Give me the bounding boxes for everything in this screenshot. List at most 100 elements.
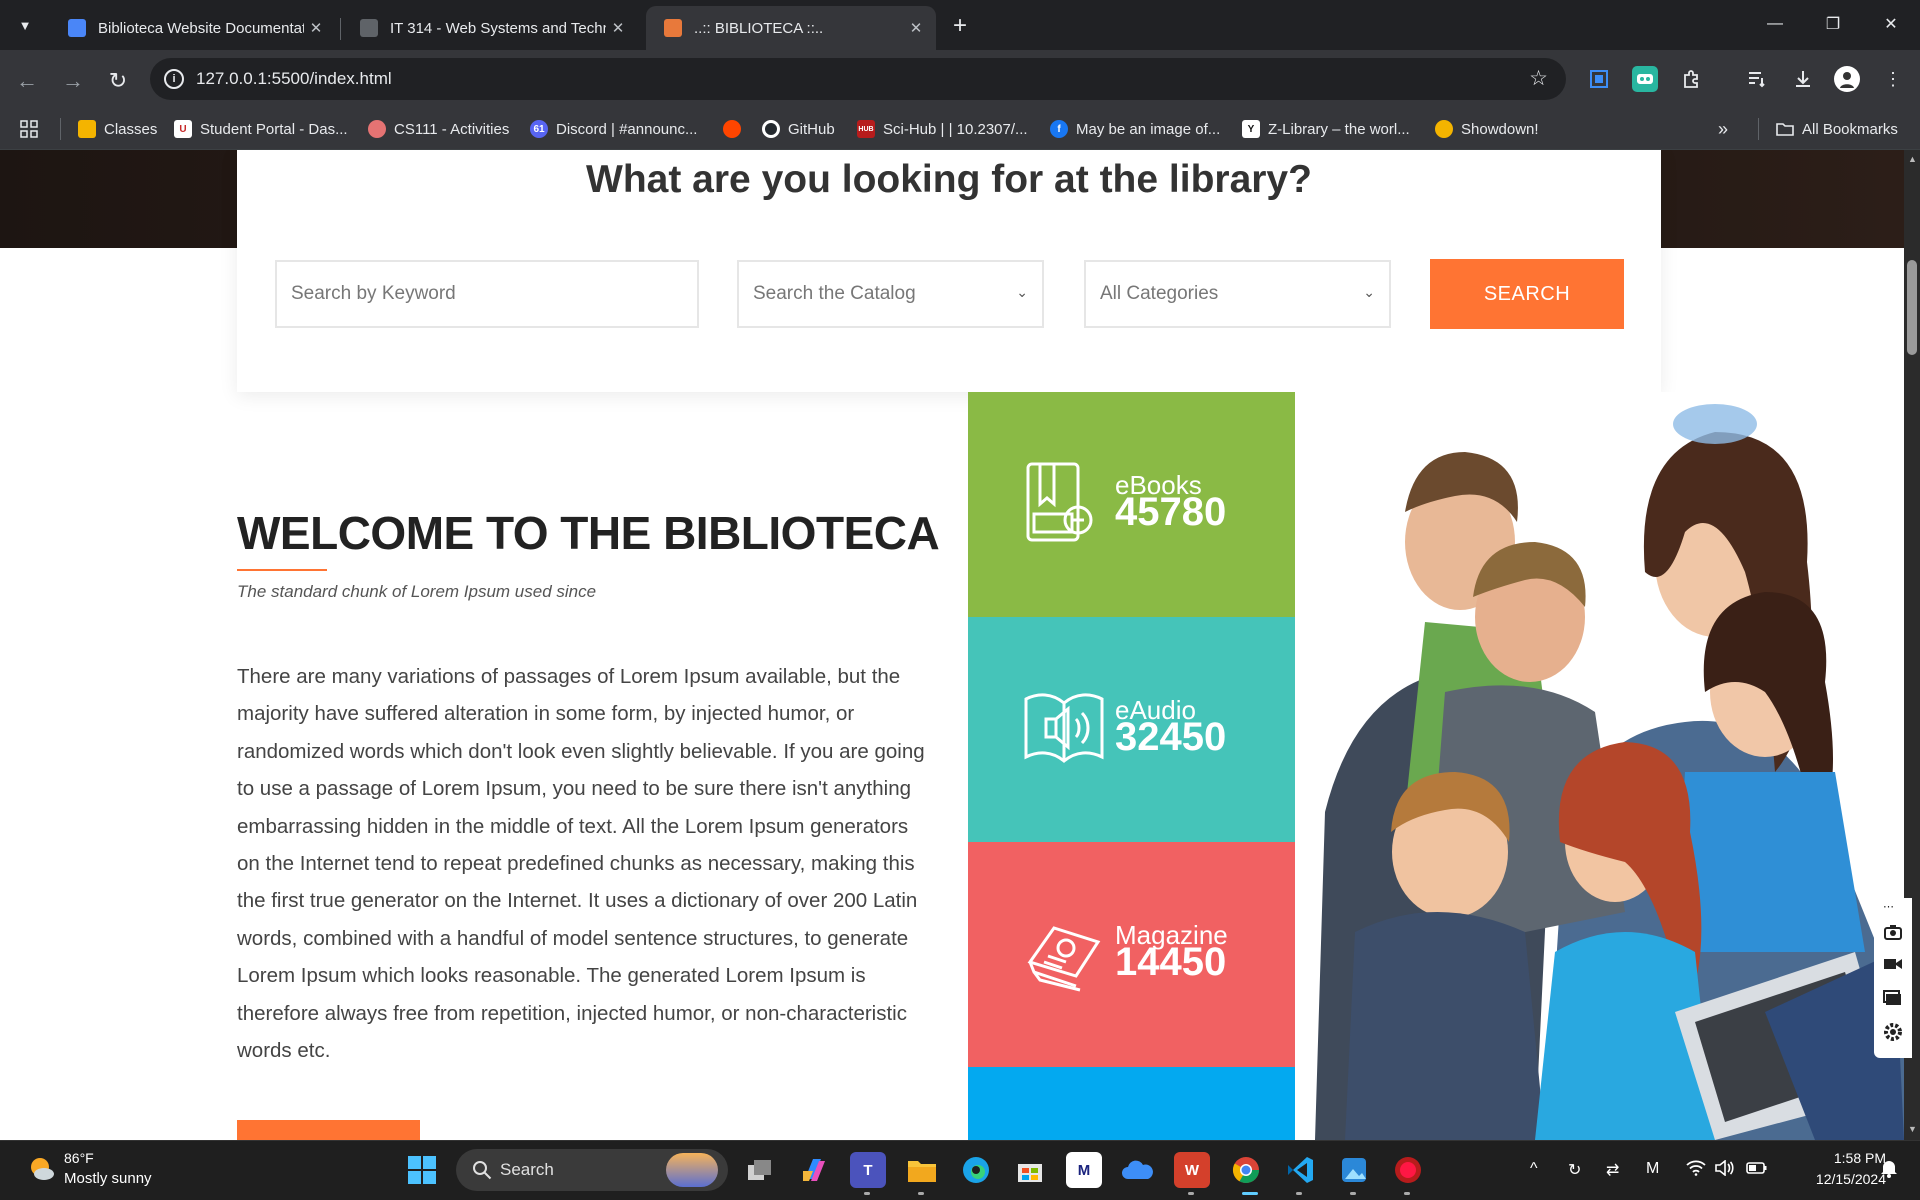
zlibrary-icon: Y bbox=[1242, 120, 1260, 138]
bookmark-github[interactable]: GitHub bbox=[762, 116, 835, 142]
screen-recorder-icon[interactable] bbox=[1390, 1152, 1426, 1188]
sync-icon[interactable]: ↻ bbox=[1568, 1160, 1581, 1180]
notification-bell-icon[interactable] bbox=[1880, 1158, 1898, 1183]
window-capture-icon[interactable] bbox=[1883, 988, 1903, 1008]
settings-gear-icon[interactable] bbox=[1883, 1022, 1903, 1042]
extensions-puzzle-icon[interactable] bbox=[1678, 66, 1704, 92]
reading-list-icon[interactable] bbox=[1744, 66, 1770, 92]
file-explorer-icon[interactable] bbox=[904, 1152, 940, 1188]
welcome-title: WELCOME TO THE BIBLIOTECA bbox=[237, 507, 940, 559]
scroll-down-arrow-icon[interactable]: ▼ bbox=[1908, 1124, 1917, 1134]
restore-button[interactable]: ❐ bbox=[1804, 0, 1862, 48]
game-extension-icon[interactable] bbox=[1632, 66, 1658, 92]
category-select[interactable]: All Categories ⌄ bbox=[1084, 260, 1391, 328]
bookmark-classes[interactable]: Classes bbox=[78, 116, 157, 142]
more-options-icon[interactable]: ⋯ bbox=[1883, 900, 1903, 920]
bookmark-divider bbox=[1758, 118, 1759, 140]
catalog-select[interactable]: Search the Catalog ⌄ bbox=[737, 260, 1044, 328]
download-icon[interactable] bbox=[1790, 66, 1816, 92]
close-window-button[interactable]: ✕ bbox=[1862, 0, 1920, 48]
photos-app-icon[interactable] bbox=[1336, 1152, 1372, 1188]
apps-grid-icon[interactable] bbox=[20, 116, 38, 142]
edge-icon[interactable] bbox=[958, 1152, 994, 1188]
students-photo bbox=[1295, 392, 1904, 1140]
browser-menu-icon[interactable]: ⋮ bbox=[1880, 66, 1906, 92]
forward-button[interactable]: → bbox=[56, 64, 90, 98]
onedrive-icon[interactable] bbox=[1120, 1152, 1156, 1188]
video-record-icon[interactable] bbox=[1883, 954, 1903, 974]
pokeball-icon bbox=[1435, 120, 1453, 138]
stat-eaudio[interactable]: eAudio 32450 bbox=[968, 617, 1295, 842]
scrollbar-thumb[interactable] bbox=[1907, 260, 1917, 355]
profile-avatar[interactable] bbox=[1834, 66, 1860, 92]
wps-office-icon[interactable]: W bbox=[1174, 1152, 1210, 1188]
mail-tray-icon[interactable]: M bbox=[1646, 1160, 1659, 1178]
bookmark-student-portal[interactable]: U Student Portal - Das... bbox=[174, 116, 348, 142]
github-icon bbox=[762, 120, 780, 138]
read-more-button[interactable] bbox=[237, 1120, 420, 1140]
address-bar[interactable]: i 127.0.0.1:5500/index.html ☆ bbox=[150, 58, 1566, 100]
screenshot-extension-icon[interactable] bbox=[1586, 66, 1612, 92]
teams-icon[interactable]: T bbox=[850, 1152, 886, 1188]
search-button[interactable]: SEARCH bbox=[1430, 259, 1624, 329]
bookmark-showdown[interactable]: Showdown! bbox=[1435, 116, 1539, 142]
clock-date[interactable]: 12/15/2024 bbox=[1776, 1171, 1886, 1187]
search-icon bbox=[472, 1160, 492, 1180]
new-tab-button[interactable]: + bbox=[946, 12, 974, 40]
tab-search-button[interactable]: ▼ bbox=[8, 8, 42, 42]
running-indicator bbox=[1296, 1192, 1302, 1195]
site-info-icon[interactable]: i bbox=[164, 69, 184, 89]
stat-ebooks[interactable]: eBooks 45780 bbox=[968, 392, 1295, 617]
docs-icon bbox=[68, 19, 86, 37]
task-view-icon[interactable] bbox=[742, 1152, 778, 1188]
microsoft-store-icon[interactable] bbox=[1012, 1152, 1048, 1188]
close-tab-icon[interactable]: ✕ bbox=[304, 16, 328, 40]
battery-icon[interactable] bbox=[1746, 1160, 1768, 1181]
magazine-icon bbox=[1022, 910, 1106, 994]
close-tab-icon[interactable]: ✕ bbox=[606, 16, 630, 40]
weather-description[interactable]: Mostly sunny bbox=[64, 1170, 152, 1187]
audiobook-icon bbox=[1022, 685, 1106, 769]
reddit-icon bbox=[723, 120, 741, 138]
back-button[interactable]: ← bbox=[10, 64, 44, 98]
reload-button[interactable]: ↻ bbox=[101, 64, 135, 98]
volume-icon[interactable] bbox=[1714, 1159, 1734, 1181]
wifi-icon[interactable] bbox=[1686, 1160, 1706, 1181]
chevron-down-icon: ⌄ bbox=[1363, 284, 1375, 300]
minimize-button[interactable]: — bbox=[1746, 0, 1804, 48]
network-switch-icon[interactable]: ⇄ bbox=[1606, 1160, 1619, 1180]
weather-sun-icon[interactable] bbox=[26, 1153, 56, 1183]
tab-documentation[interactable]: Biblioteca Website Documentati ✕ bbox=[50, 6, 336, 50]
scroll-up-arrow-icon[interactable]: ▲ bbox=[1908, 154, 1917, 164]
search-panel: What are you looking for at the library?… bbox=[237, 150, 1661, 392]
bookmark-zlibrary[interactable]: Y Z-Library – the worl... bbox=[1242, 116, 1410, 142]
bookmark-cs111[interactable]: CS111 - Activities bbox=[368, 116, 509, 142]
bookmark-star-icon[interactable]: ☆ bbox=[1529, 66, 1548, 91]
running-indicator bbox=[1188, 1192, 1194, 1195]
weather-temperature[interactable]: 86°F bbox=[64, 1150, 94, 1166]
vscode-icon[interactable] bbox=[1282, 1152, 1318, 1188]
search-highlight-image bbox=[666, 1153, 718, 1187]
bookmark-reddit[interactable] bbox=[723, 116, 749, 142]
chrome-icon[interactable] bbox=[1228, 1152, 1264, 1188]
all-bookmarks-button[interactable]: All Bookmarks bbox=[1776, 116, 1898, 142]
keyword-search-input[interactable]: Search by Keyword bbox=[275, 260, 699, 328]
stat-more[interactable] bbox=[968, 1067, 1295, 1140]
windows-start-icon[interactable] bbox=[404, 1152, 440, 1188]
tab-biblioteca[interactable]: ..:: BIBLIOTECA ::.. ✕ bbox=[646, 6, 936, 50]
url-text[interactable]: 127.0.0.1:5500/index.html bbox=[196, 69, 392, 89]
clock-time[interactable]: 1:58 PM bbox=[1786, 1150, 1886, 1166]
camera-icon[interactable] bbox=[1883, 922, 1903, 942]
bookmark-facebook[interactable]: f May be an image of... bbox=[1050, 116, 1220, 142]
tab-it314[interactable]: IT 314 - Web Systems and Techn ✕ bbox=[342, 6, 638, 50]
bookmark-scihub[interactable]: HUB Sci-Hub | | 10.2307/... bbox=[857, 116, 1028, 142]
stat-magazine[interactable]: Magazine 14450 bbox=[968, 842, 1295, 1067]
mail-app-icon[interactable]: M bbox=[1066, 1152, 1102, 1188]
more-bookmarks-icon[interactable]: » bbox=[1718, 116, 1728, 142]
capture-tool-panel: ⋯ bbox=[1874, 898, 1912, 1058]
taskbar-search-box[interactable]: Search bbox=[456, 1149, 728, 1191]
copilot-icon[interactable] bbox=[796, 1152, 832, 1188]
show-hidden-icons-chevron-icon[interactable]: ^ bbox=[1530, 1160, 1538, 1178]
bookmark-discord[interactable]: 61 Discord | #announc... bbox=[530, 116, 697, 142]
close-tab-icon[interactable]: ✕ bbox=[904, 16, 928, 40]
